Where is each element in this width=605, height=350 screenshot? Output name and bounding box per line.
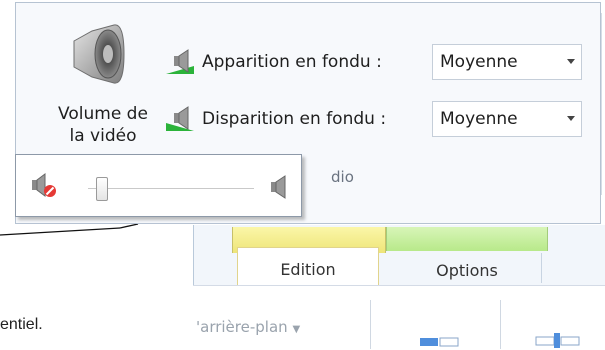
fade-out-row: Disparition en fondu : (166, 101, 386, 137)
split-icon[interactable] (534, 332, 582, 348)
body-text-fragment: entiel. (0, 316, 43, 333)
chevron-down-icon (567, 59, 575, 64)
volume-slider-popup (15, 154, 302, 217)
fade-in-row: Apparition en fondu : (166, 44, 382, 80)
fade-in-dropdown[interactable]: Moyenne (432, 44, 582, 80)
dropdown-arrow-icon: ▼ (292, 324, 301, 335)
tab-divider (541, 253, 542, 283)
group-separator (601, 13, 602, 195)
speaker-icon[interactable] (268, 173, 290, 201)
speaker-icon[interactable] (68, 23, 126, 85)
volume-slider-track[interactable] (88, 188, 254, 189)
video-volume-button-label[interactable]: Volume de la vidéo (38, 103, 168, 147)
fade-out-icon (166, 106, 194, 131)
fade-out-dropdown[interactable]: Moyenne (432, 101, 582, 137)
fade-in-label: Apparition en fondu : (202, 52, 382, 72)
video-volume-label-line1: Volume de (58, 104, 148, 124)
tab-edition[interactable]: Edition (237, 247, 379, 286)
ribbon-separator (370, 300, 371, 349)
trim-icon[interactable] (416, 334, 464, 348)
context-tab-highlight-green (386, 227, 548, 251)
fade-out-label: Disparition en fondu : (202, 109, 387, 129)
volume-slider-thumb[interactable] (96, 177, 109, 201)
fade-out-value: Moyenne (440, 109, 518, 129)
background-music-text: 'arrière-plan (196, 318, 288, 336)
background-music-label[interactable]: 'arrière-plan ▼ (196, 318, 300, 336)
ribbon-separator (500, 300, 501, 349)
speaker-muted-icon[interactable] (30, 171, 58, 199)
audio-group-label: dio (331, 168, 354, 186)
chevron-down-icon (567, 116, 575, 121)
tab-options[interactable]: Options (392, 253, 542, 285)
fade-in-value: Moyenne (440, 52, 518, 72)
video-volume-label-line2: la vidéo (69, 126, 137, 146)
fade-in-icon (166, 49, 194, 74)
